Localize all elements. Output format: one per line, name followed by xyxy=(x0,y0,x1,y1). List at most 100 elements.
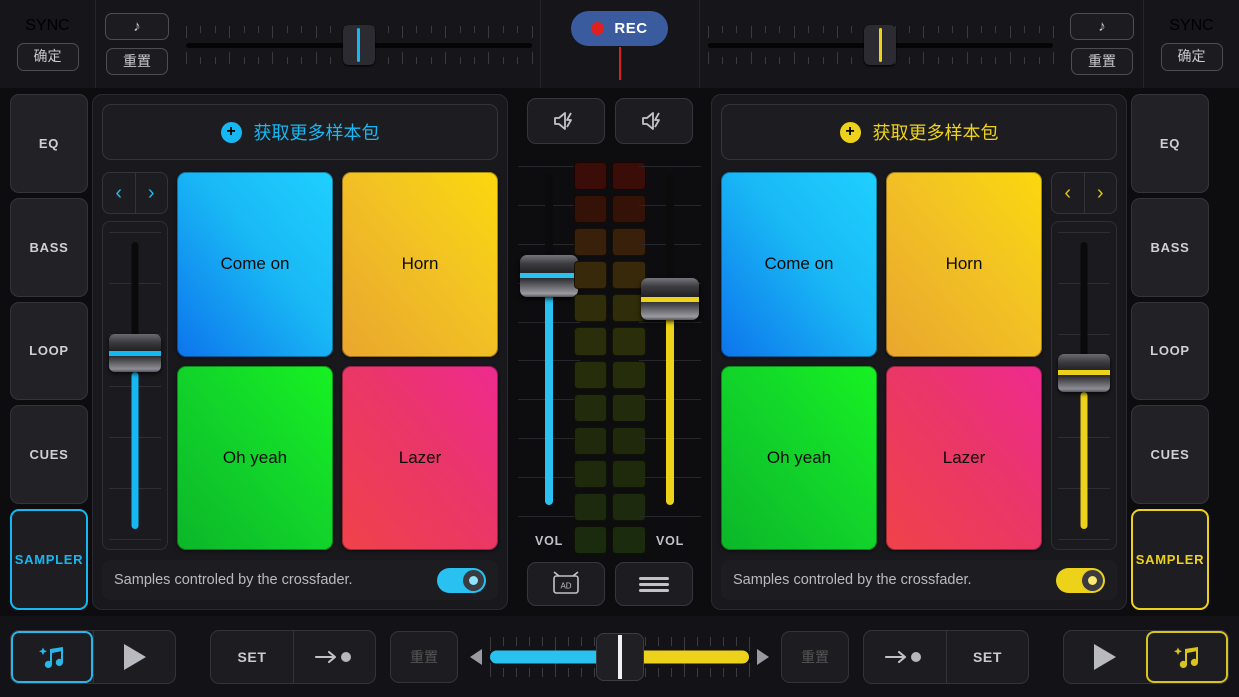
tempo-tick xyxy=(721,26,723,33)
left-cue-speaker-icon[interactable] xyxy=(526,98,605,144)
crossfader-tick xyxy=(490,636,491,651)
crossfader-tick xyxy=(541,636,543,646)
crossfader-tick xyxy=(515,667,517,677)
tempo-tick xyxy=(473,57,475,64)
center-mixer: VOL VOL AD xyxy=(508,94,711,610)
right-crossfader-link-label: Samples controled by the crossfader. xyxy=(733,572,972,588)
tempo-tick xyxy=(779,26,781,33)
left-reset-button[interactable]: 重置 xyxy=(106,47,168,76)
left-crossfader-link-toggle[interactable] xyxy=(437,567,486,593)
tempo-tick xyxy=(459,26,461,33)
tempo-tick xyxy=(966,26,968,38)
tempo-tick xyxy=(517,26,519,33)
rail-tab-cues[interactable]: CUES xyxy=(10,405,88,505)
tempo-tick xyxy=(257,57,259,64)
left-sampler-volume-fader[interactable] xyxy=(102,221,168,550)
right-channel-volume-fader[interactable]: VOL xyxy=(639,158,701,562)
crossfader-tick xyxy=(515,636,517,646)
tempo-tick xyxy=(765,26,767,33)
left-tab-rail: EQ BASS LOOP CUES SAMPLER xyxy=(0,88,92,616)
crossfader-knob[interactable] xyxy=(595,632,644,681)
rail-tab-loop[interactable]: LOOP xyxy=(1131,301,1209,401)
vu-led xyxy=(573,195,607,224)
left-sync-group: SYNC 确定 xyxy=(0,0,96,88)
right-cue-speaker-icon[interactable] xyxy=(614,98,693,144)
left-sync-confirm-button[interactable]: 确定 xyxy=(16,43,79,71)
toggle-knob xyxy=(1082,569,1103,591)
rail-tab-bass[interactable]: BASS xyxy=(10,197,88,297)
play-icon xyxy=(123,643,146,670)
right-tempo-knob[interactable] xyxy=(864,25,897,65)
right-set-button[interactable]: SET xyxy=(946,630,1028,683)
left-set-button[interactable]: SET xyxy=(211,631,293,683)
tempo-tick xyxy=(315,26,317,38)
tempo-tick xyxy=(488,26,490,38)
right-play-button[interactable] xyxy=(1064,631,1146,683)
sample-pad[interactable]: Oh yeah xyxy=(721,365,877,550)
fader-knob[interactable] xyxy=(1058,353,1110,392)
tempo-tick xyxy=(721,57,723,64)
rail-tab-sampler[interactable]: SAMPLER xyxy=(1131,509,1209,610)
left-reset-button-bottom[interactable]: 重置 xyxy=(390,630,458,683)
right-goto-cue-button[interactable] xyxy=(864,631,946,683)
vu-led xyxy=(573,294,607,323)
mixer-fader-zone: VOL VOL xyxy=(512,158,707,562)
top-bar: SYNC 确定 ♪ 重置 REC ♪ 重置 SYNC 确定 xyxy=(0,0,1239,88)
music-note-icon[interactable]: ♪ xyxy=(1070,12,1134,40)
right-tab-rail: EQ BASS LOOP CUES SAMPLER xyxy=(1127,88,1219,616)
fader-knob[interactable] xyxy=(109,334,161,373)
chevron-right-icon[interactable]: › xyxy=(1083,173,1117,213)
rail-tab-cues[interactable]: CUES xyxy=(1131,405,1209,505)
fader-fill xyxy=(1080,392,1088,530)
hamburger-menu-icon[interactable] xyxy=(614,562,693,606)
tempo-tick xyxy=(995,57,997,64)
sample-pad[interactable]: Lazer xyxy=(886,365,1042,550)
volume-knob[interactable] xyxy=(520,254,578,297)
vu-led xyxy=(573,162,607,191)
rail-tab-eq[interactable]: EQ xyxy=(1131,94,1209,193)
right-get-more-packs-button[interactable]: + 获取更多样本包 xyxy=(721,104,1117,160)
right-reset-button[interactable]: 重置 xyxy=(1071,47,1133,76)
left-tempo-knob[interactable] xyxy=(342,25,375,65)
sample-pad[interactable]: Oh yeah xyxy=(177,365,333,550)
left-channel-volume-fader[interactable]: VOL xyxy=(518,158,580,562)
tempo-tick xyxy=(445,26,447,38)
sample-pad[interactable]: Come on xyxy=(721,172,877,357)
ad-video-icon[interactable]: AD xyxy=(526,562,605,606)
right-tempo-slider[interactable] xyxy=(700,0,1062,88)
music-note-icon[interactable]: ♪ xyxy=(105,12,169,40)
chevron-left-icon[interactable]: ‹ xyxy=(103,173,135,213)
crossfader-track[interactable] xyxy=(490,631,750,683)
crossfader-tick xyxy=(580,636,582,646)
volume-knob[interactable] xyxy=(641,278,699,321)
sample-pad[interactable]: Come on xyxy=(177,172,333,357)
right-crossfader-link-toggle[interactable] xyxy=(1056,567,1105,593)
sample-pad[interactable]: Horn xyxy=(886,172,1042,357)
plus-circle-icon: + xyxy=(220,121,242,143)
record-button[interactable]: REC xyxy=(571,11,668,46)
chevron-left-icon[interactable]: ‹ xyxy=(1052,173,1084,213)
sample-pad[interactable]: Horn xyxy=(342,172,498,357)
left-play-button[interactable] xyxy=(93,630,175,683)
right-sampler-volume-fader[interactable] xyxy=(1051,221,1117,550)
left-sampler-note-icon[interactable] xyxy=(11,630,93,683)
left-pad-grid: Come on Horn Oh yeah Lazer xyxy=(177,172,498,550)
rail-tab-loop[interactable]: LOOP xyxy=(10,301,88,401)
chevron-right-icon[interactable]: › xyxy=(134,173,168,213)
right-sync-confirm-button[interactable]: 确定 xyxy=(1160,43,1223,71)
crossfader[interactable] xyxy=(470,631,769,683)
rail-tab-sampler[interactable]: SAMPLER xyxy=(10,509,88,610)
rail-tab-bass[interactable]: BASS xyxy=(1131,197,1209,297)
tempo-tick xyxy=(1009,52,1011,64)
sample-pad[interactable]: Lazer xyxy=(342,365,498,550)
left-goto-cue-button[interactable] xyxy=(293,630,375,683)
crossfader-tick xyxy=(645,667,647,677)
crossfader-tick xyxy=(697,636,699,646)
right-reset-button-bottom[interactable]: 重置 xyxy=(781,630,849,683)
vu-meter xyxy=(573,162,646,554)
left-tempo-slider[interactable] xyxy=(178,0,540,88)
right-sampler-note-icon[interactable] xyxy=(1146,630,1228,683)
left-get-more-packs-button[interactable]: + 获取更多样本包 xyxy=(102,104,498,160)
rail-tab-eq[interactable]: EQ xyxy=(10,94,88,193)
left-get-more-label: 获取更多样本包 xyxy=(253,123,380,143)
